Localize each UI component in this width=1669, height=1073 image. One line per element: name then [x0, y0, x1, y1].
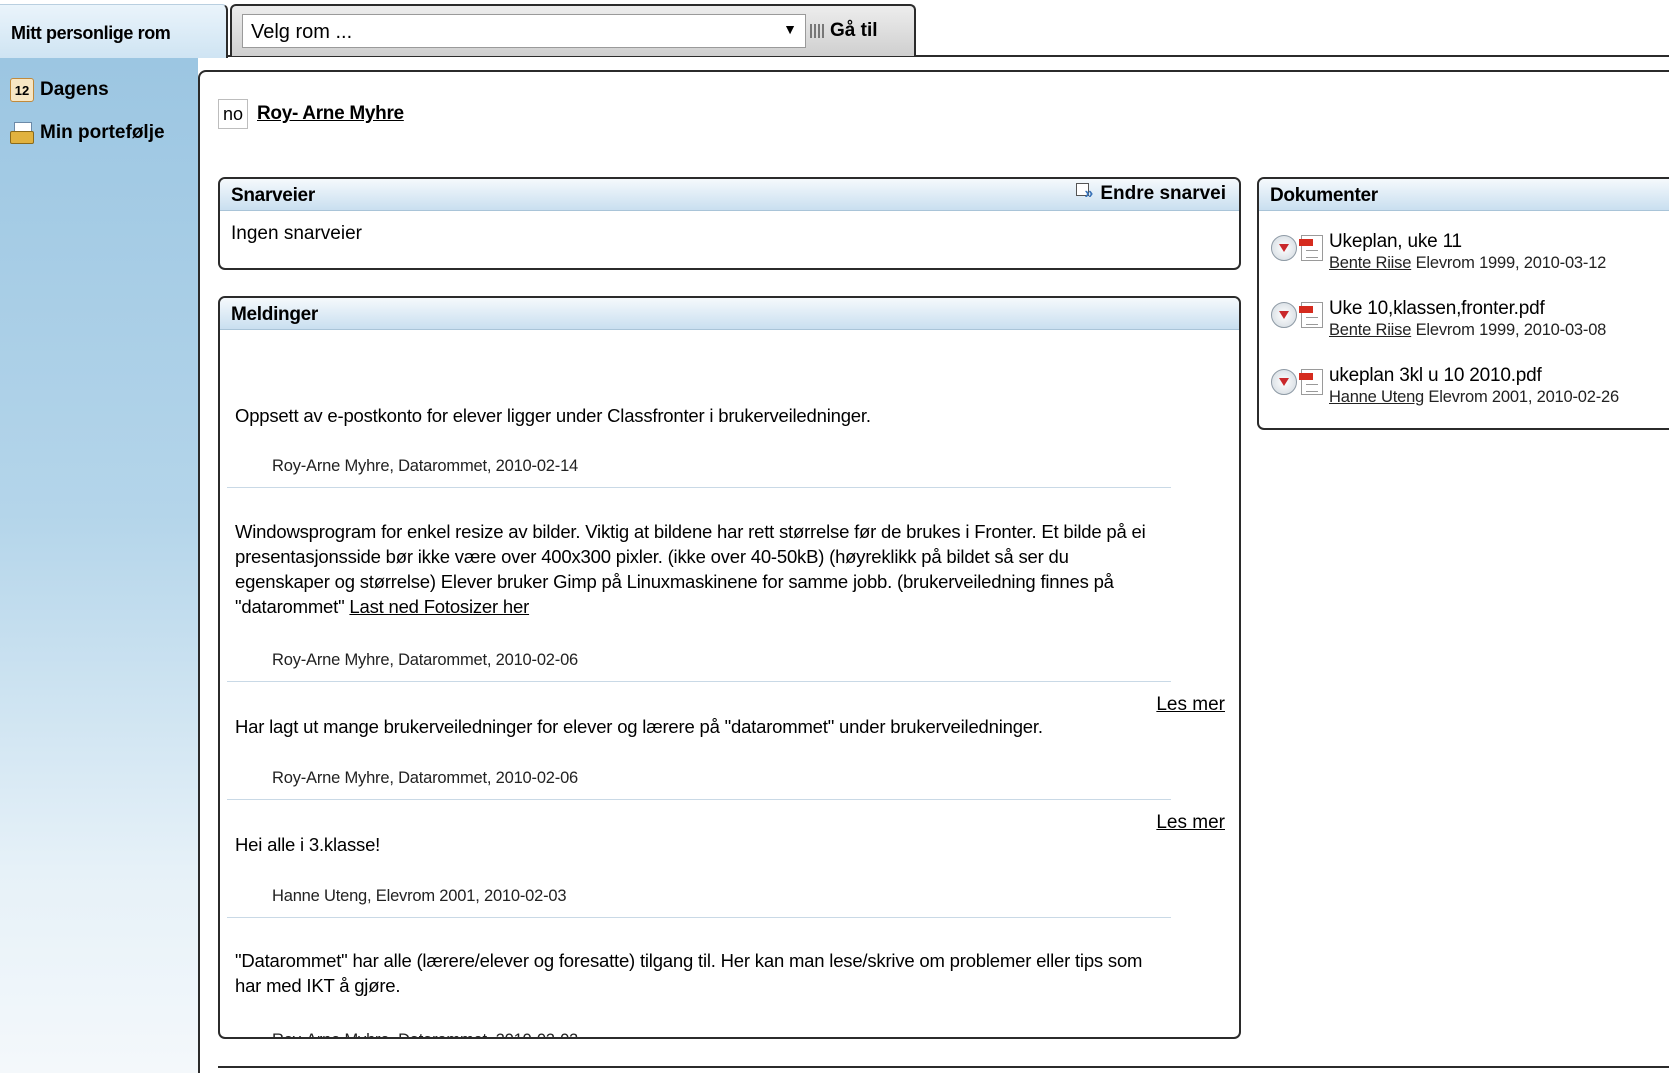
messages-panel: Meldinger Oppsett av e-postkonto for ele…: [218, 296, 1241, 1039]
edit-shortcut-icon: [1076, 183, 1098, 205]
dropdown-arrow-icon[interactable]: ▼: [783, 21, 797, 37]
document-details: Elevrom 1999, 2010-03-08: [1411, 321, 1607, 339]
pdf-file-icon: [1299, 302, 1323, 328]
document-author-link[interactable]: Bente Riise: [1329, 254, 1411, 272]
document-title-link[interactable]: Ukeplan, uke 11: [1329, 231, 1606, 253]
document-info: ukeplan 3kl u 10 2010.pdf Hanne Uteng El…: [1329, 365, 1619, 407]
message-text: Har lagt ut mange brukerveiledninger for…: [235, 716, 1043, 737]
personal-room-tab-label: Mitt personlige rom: [11, 23, 171, 43]
user-name-link[interactable]: Roy- Arne Myhre: [257, 103, 404, 125]
sidebar-item-label: Dagens: [40, 79, 109, 100]
sidebar: 12 Dagens Min portefølje: [0, 58, 198, 1073]
language-indicator: no: [218, 99, 248, 129]
document-item: Ukeplan, uke 11 Bente Riise Elevrom 1999…: [1271, 231, 1606, 273]
documents-panel-title: Dokumenter: [1270, 185, 1378, 206]
documents-panel: Dokumenter Ukeplan, uke 11 Bente Riise E…: [1257, 177, 1669, 430]
document-menu-icon[interactable]: [1271, 235, 1297, 261]
document-info: Uke 10,klassen,fronter.pdf Bente Riise E…: [1329, 298, 1606, 340]
message-meta: Hanne Uteng, Elevrom 2001, 2010-02-03: [272, 887, 567, 905]
message-text: Oppsett av e-postkonto for elever ligger…: [235, 405, 871, 426]
document-title-link[interactable]: ukeplan 3kl u 10 2010.pdf: [1329, 365, 1619, 387]
read-more-link[interactable]: Les mer: [1156, 694, 1225, 716]
message-meta: Roy-Arne Myhre, Datarommet, 2010-02-02: [272, 1031, 578, 1037]
document-meta: Bente Riise Elevrom 1999, 2010-03-08: [1329, 320, 1606, 340]
document-author-link[interactable]: Hanne Uteng: [1329, 388, 1424, 406]
goto-button-label: Gå til: [830, 20, 878, 41]
room-select[interactable]: Velg rom ... ▼: [242, 14, 806, 48]
document-menu-icon[interactable]: [1271, 302, 1297, 328]
pdf-file-icon: [1299, 235, 1323, 261]
message-text: Hei alle i 3.klasse!: [235, 834, 381, 855]
personal-room-tab[interactable]: Mitt personlige rom: [0, 4, 228, 58]
document-meta: Hanne Uteng Elevrom 2001, 2010-02-26: [1329, 387, 1619, 407]
message-text: "Datarommet" har alle (lærere/elever og …: [235, 950, 1143, 996]
sidebar-item-label: Min portefølje: [40, 122, 165, 143]
document-meta: Bente Riise Elevrom 1999, 2010-03-12: [1329, 253, 1606, 273]
next-panel-top-edge: [218, 1066, 1669, 1068]
sidebar-item-dagens[interactable]: 12 Dagens: [10, 78, 109, 102]
message-divider: [227, 681, 1171, 682]
document-info: Ukeplan, uke 11 Bente Riise Elevrom 1999…: [1329, 231, 1606, 273]
shortcuts-panel-title: Snarveier: [231, 185, 315, 206]
document-details: Elevrom 2001, 2010-02-26: [1424, 388, 1620, 406]
room-navigation: Velg rom ... ▼ Gå til: [230, 4, 916, 56]
message-meta: Roy-Arne Myhre, Datarommet, 2010-02-14: [272, 457, 579, 475]
sidebar-item-portfolio[interactable]: Min portefølje: [10, 121, 165, 145]
document-details: Elevrom 1999, 2010-03-12: [1411, 254, 1607, 272]
shortcuts-panel: Snarveier Endre snarvei Ingen snarveier: [218, 177, 1241, 270]
read-more-link[interactable]: Les mer: [1156, 812, 1225, 834]
document-menu-icon[interactable]: [1271, 369, 1297, 395]
goto-button[interactable]: Gå til: [810, 16, 878, 46]
room-select-value: Velg rom ...: [251, 21, 353, 43]
message-divider: [227, 917, 1171, 918]
messages-panel-header: Meldinger: [220, 298, 1239, 330]
message-divider: [227, 799, 1171, 800]
shortcuts-panel-header: Snarveier Endre snarvei: [220, 179, 1239, 211]
message-meta: Roy-Arne Myhre, Datarommet, 2010-02-06: [272, 651, 579, 669]
calendar-icon: 12: [10, 78, 34, 102]
portfolio-icon: [10, 121, 34, 145]
messages-panel-title: Meldinger: [231, 304, 319, 325]
edit-shortcut-button[interactable]: Endre snarvei: [1076, 183, 1226, 205]
message-divider: [227, 487, 1171, 488]
message-meta: Roy-Arne Myhre, Datarommet, 2010-02-06: [272, 769, 579, 787]
top-bar: Mitt personlige rom Velg rom ... ▼ Gå ti…: [0, 0, 1669, 58]
shortcuts-empty-text: Ingen snarveier: [231, 223, 362, 244]
documents-panel-header: Dokumenter: [1259, 179, 1669, 211]
document-item: Uke 10,klassen,fronter.pdf Bente Riise E…: [1271, 298, 1606, 340]
edit-shortcut-label: Endre snarvei: [1100, 183, 1226, 204]
document-author-link[interactable]: Bente Riise: [1329, 321, 1411, 339]
document-title-link[interactable]: Uke 10,klassen,fronter.pdf: [1329, 298, 1606, 320]
document-item: ukeplan 3kl u 10 2010.pdf Hanne Uteng El…: [1271, 365, 1619, 407]
goto-icon: [810, 24, 824, 38]
message-text: Windowsprogram for enkel resize av bilde…: [235, 519, 1165, 619]
download-fotosizer-link[interactable]: Last ned Fotosizer her: [349, 596, 529, 617]
user-header: no Roy- Arne Myhre: [218, 99, 404, 129]
pdf-file-icon: [1299, 369, 1323, 395]
